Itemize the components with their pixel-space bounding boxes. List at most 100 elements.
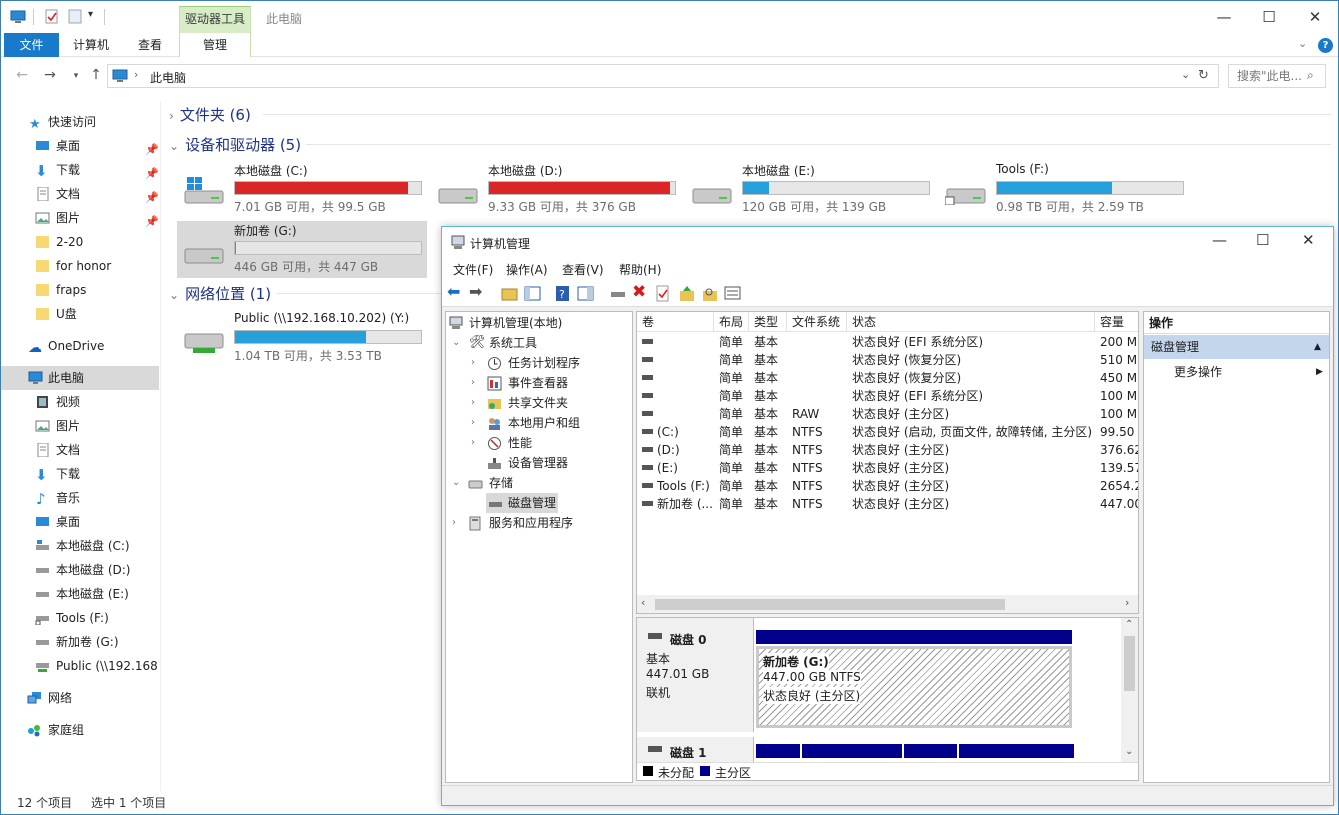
disk1-partition-bar[interactable]: [756, 744, 800, 758]
volume-row[interactable]: (C:) 简单 基本 NTFS 状态良好 (启动, 页面文件, 故障转储, 主分区) 99…: [637, 423, 1138, 441]
chevron-right-icon[interactable]: ›: [471, 373, 475, 393]
sidebar-item-quick-access[interactable]: ★ 快速访问: [1, 110, 159, 134]
show-hide-tree-icon[interactable]: [524, 285, 542, 302]
mmc-minimize-button[interactable]: —: [1212, 231, 1227, 249]
sidebar-item-videos[interactable]: 视频: [1, 390, 159, 414]
drive-tile-f[interactable]: Tools (F:) 0.98 TB 可用，共 2.59 TB: [939, 161, 1189, 218]
sidebar-item-folder-for-honor[interactable]: for honor: [1, 254, 159, 278]
disk0-info-panel[interactable]: 磁盘 0 基本 447.01 GB 联机: [637, 618, 754, 732]
minimize-button[interactable]: —: [1214, 7, 1234, 27]
forward-arrow-icon[interactable]: ➡: [469, 282, 487, 301]
column-header-status[interactable]: 状态: [847, 312, 1095, 332]
show-action-pane-icon[interactable]: [577, 285, 595, 302]
column-header-layout[interactable]: 布局: [714, 312, 749, 332]
column-header-volume[interactable]: 卷: [637, 312, 714, 332]
volume-row[interactable]: 简单 基本 状态良好 (EFI 系统分区) 100 M: [637, 387, 1138, 405]
refresh-icon[interactable]: ↻: [1198, 68, 1209, 83]
properties-icon[interactable]: [44, 9, 60, 24]
column-header-filesystem[interactable]: 文件系统: [787, 312, 847, 332]
sidebar-item-pc-pictures[interactable]: 图片: [1, 414, 159, 438]
tab-computer[interactable]: 计算机: [63, 33, 119, 57]
volume-row[interactable]: 简单 基本 状态良好 (恢复分区) 450 M: [637, 369, 1138, 387]
up-arrow-folder-icon[interactable]: [678, 285, 696, 302]
mmc-close-button[interactable]: ✕: [1302, 231, 1315, 249]
drive-tile-g[interactable]: 新加卷 (G:) 446 GB 可用，共 447 GB: [177, 221, 427, 278]
chevron-down-icon[interactable]: ⌄: [452, 473, 460, 493]
mmc-maximize-button[interactable]: ☐: [1256, 231, 1269, 249]
sidebar-item-documents[interactable]: 文档 📌: [1, 182, 159, 206]
sidebar-item-network-drive-y[interactable]: Public (\\192.168.1: [1, 654, 159, 678]
properties-icon[interactable]: [654, 285, 672, 302]
sidebar-item-this-pc[interactable]: 此电脑: [1, 366, 159, 390]
volume-row[interactable]: (D:) 简单 基本 NTFS 状态良好 (主分区) 376.62: [637, 441, 1138, 459]
sidebar-item-downloads[interactable]: ⬇ 下载 📌: [1, 158, 159, 182]
column-header-capacity[interactable]: 容量: [1095, 312, 1138, 332]
menu-help[interactable]: 帮助(H): [619, 261, 661, 278]
partition-g[interactable]: 新加卷 (G:) 447.00 GB NTFS 状态良好 (主分区): [756, 646, 1072, 728]
menu-view[interactable]: 查看(V): [562, 261, 604, 278]
list-view-icon[interactable]: [724, 285, 742, 302]
sidebar-item-homegroup[interactable]: 家庭组: [1, 718, 159, 742]
pin-icon[interactable]: 📌: [145, 186, 159, 206]
drive-tile-e[interactable]: 本地磁盘 (E:) 120 GB 可用，共 139 GB: [685, 161, 935, 218]
connect-drive-icon[interactable]: [609, 285, 627, 302]
expand-ribbon-icon[interactable]: ⌄: [1298, 37, 1307, 50]
breadcrumb-this-pc[interactable]: 此电脑: [150, 69, 186, 86]
help-icon[interactable]: ?: [554, 285, 572, 302]
back-arrow-icon[interactable]: ⬅: [447, 282, 465, 301]
scroll-right-icon[interactable]: ›: [1125, 596, 1129, 609]
tree-node-disk-management[interactable]: 磁盘管理: [486, 493, 558, 513]
sidebar-item-drive-e[interactable]: 本地磁盘 (E:): [1, 582, 159, 606]
search-icon[interactable]: ⌕: [1307, 68, 1314, 83]
sidebar-item-network[interactable]: 网络: [1, 686, 159, 710]
chevron-right-icon[interactable]: ›: [471, 413, 475, 433]
menu-file[interactable]: 文件(F): [453, 261, 493, 278]
search-folder-icon[interactable]: [701, 285, 719, 302]
actions-section-disk-management[interactable]: 磁盘管理 ▲: [1144, 335, 1329, 359]
scroll-left-icon[interactable]: ‹: [641, 596, 645, 609]
chevron-right-icon[interactable]: ›: [471, 433, 475, 453]
up-folder-icon[interactable]: [501, 285, 519, 302]
help-icon[interactable]: ?: [1318, 38, 1333, 53]
sidebar-item-onedrive[interactable]: ☁ OneDrive: [1, 334, 159, 358]
sidebar-item-drive-f[interactable]: Tools (F:): [1, 606, 159, 630]
disk1-partition-bar[interactable]: [959, 744, 1074, 758]
tab-view[interactable]: 查看: [125, 33, 175, 57]
sidebar-item-drive-d[interactable]: 本地磁盘 (D:): [1, 558, 159, 582]
new-folder-icon[interactable]: [67, 9, 83, 24]
drive-tile-d[interactable]: 本地磁盘 (D:) 9.33 GB 可用，共 376 GB: [431, 161, 681, 218]
drive-tile-c[interactable]: 本地磁盘 (C:) 7.01 GB 可用，共 99.5 GB: [177, 161, 427, 218]
scrollbar-thumb[interactable]: [1124, 636, 1135, 691]
disk1-partition-bar[interactable]: [802, 744, 902, 758]
volume-row[interactable]: 简单 基本 状态良好 (EFI 系统分区) 200 M: [637, 333, 1138, 351]
pin-icon[interactable]: 📌: [145, 210, 159, 230]
sidebar-item-pictures[interactable]: 图片 📌: [1, 206, 159, 230]
close-button[interactable]: ✕: [1305, 7, 1325, 27]
sidebar-item-drive-c[interactable]: 本地磁盘 (C:): [1, 534, 159, 558]
sidebar-item-drive-g[interactable]: 新加卷 (G:): [1, 630, 159, 654]
collapse-up-icon[interactable]: ▲: [1314, 335, 1321, 359]
scroll-down-icon[interactable]: ⌄: [1125, 746, 1133, 757]
volume-row[interactable]: (E:) 简单 基本 NTFS 状态良好 (主分区) 139.57: [637, 459, 1138, 477]
sidebar-item-music[interactable]: ♪ 音乐: [1, 486, 159, 510]
delete-icon[interactable]: ✖: [632, 282, 650, 302]
chevron-right-icon[interactable]: ›: [471, 353, 475, 373]
network-drive-tile-y[interactable]: Public (\\192.168.10.202) (Y:) 1.04 TB 可…: [177, 310, 427, 367]
group-network-locations[interactable]: ⌄ 网络位置 (1): [169, 283, 271, 304]
volume-row[interactable]: Tools (F:) 简单 基本 NTFS 状态良好 (主分区) 2654.2: [637, 477, 1138, 495]
back-arrow-icon[interactable]: ←: [13, 67, 31, 83]
volume-row[interactable]: 简单 基本 状态良好 (恢复分区) 510 M: [637, 351, 1138, 369]
volume-row[interactable]: 简单 基本 RAW 状态良好 (主分区) 100 M: [637, 405, 1138, 423]
sidebar-item-folder-fraps[interactable]: fraps: [1, 278, 159, 302]
chevron-right-icon[interactable]: ›: [471, 393, 475, 413]
column-header-type[interactable]: 类型: [749, 312, 787, 332]
group-devices[interactable]: ⌄ 设备和驱动器 (5): [169, 134, 301, 155]
pin-icon[interactable]: 📌: [145, 138, 159, 158]
vertical-scrollbar[interactable]: ⌃ ⌄: [1121, 618, 1138, 762]
sidebar-item-pc-downloads[interactable]: ⬇ 下载: [1, 462, 159, 486]
maximize-button[interactable]: ☐: [1259, 7, 1279, 27]
recent-locations-icon[interactable]: ▾: [67, 71, 85, 81]
up-arrow-icon[interactable]: ↑: [87, 67, 105, 83]
scrollbar-thumb[interactable]: [655, 599, 1005, 610]
volume-row[interactable]: 新加卷 (... 简单 基本 NTFS 状态良好 (主分区) 447.00: [637, 495, 1138, 513]
